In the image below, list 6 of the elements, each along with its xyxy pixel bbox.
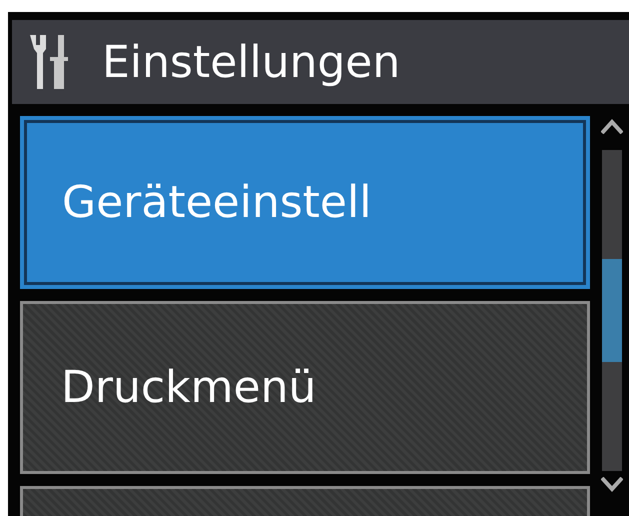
header-title: Einstellungen [102,36,400,88]
menu-item[interactable]: Druckmenü [20,301,590,474]
scroll-thumb[interactable] [602,259,622,362]
scroll-down-icon[interactable] [601,477,624,493]
menu-item[interactable]: Geräteeinstell [20,116,590,289]
scroll-up-icon[interactable] [601,118,624,134]
